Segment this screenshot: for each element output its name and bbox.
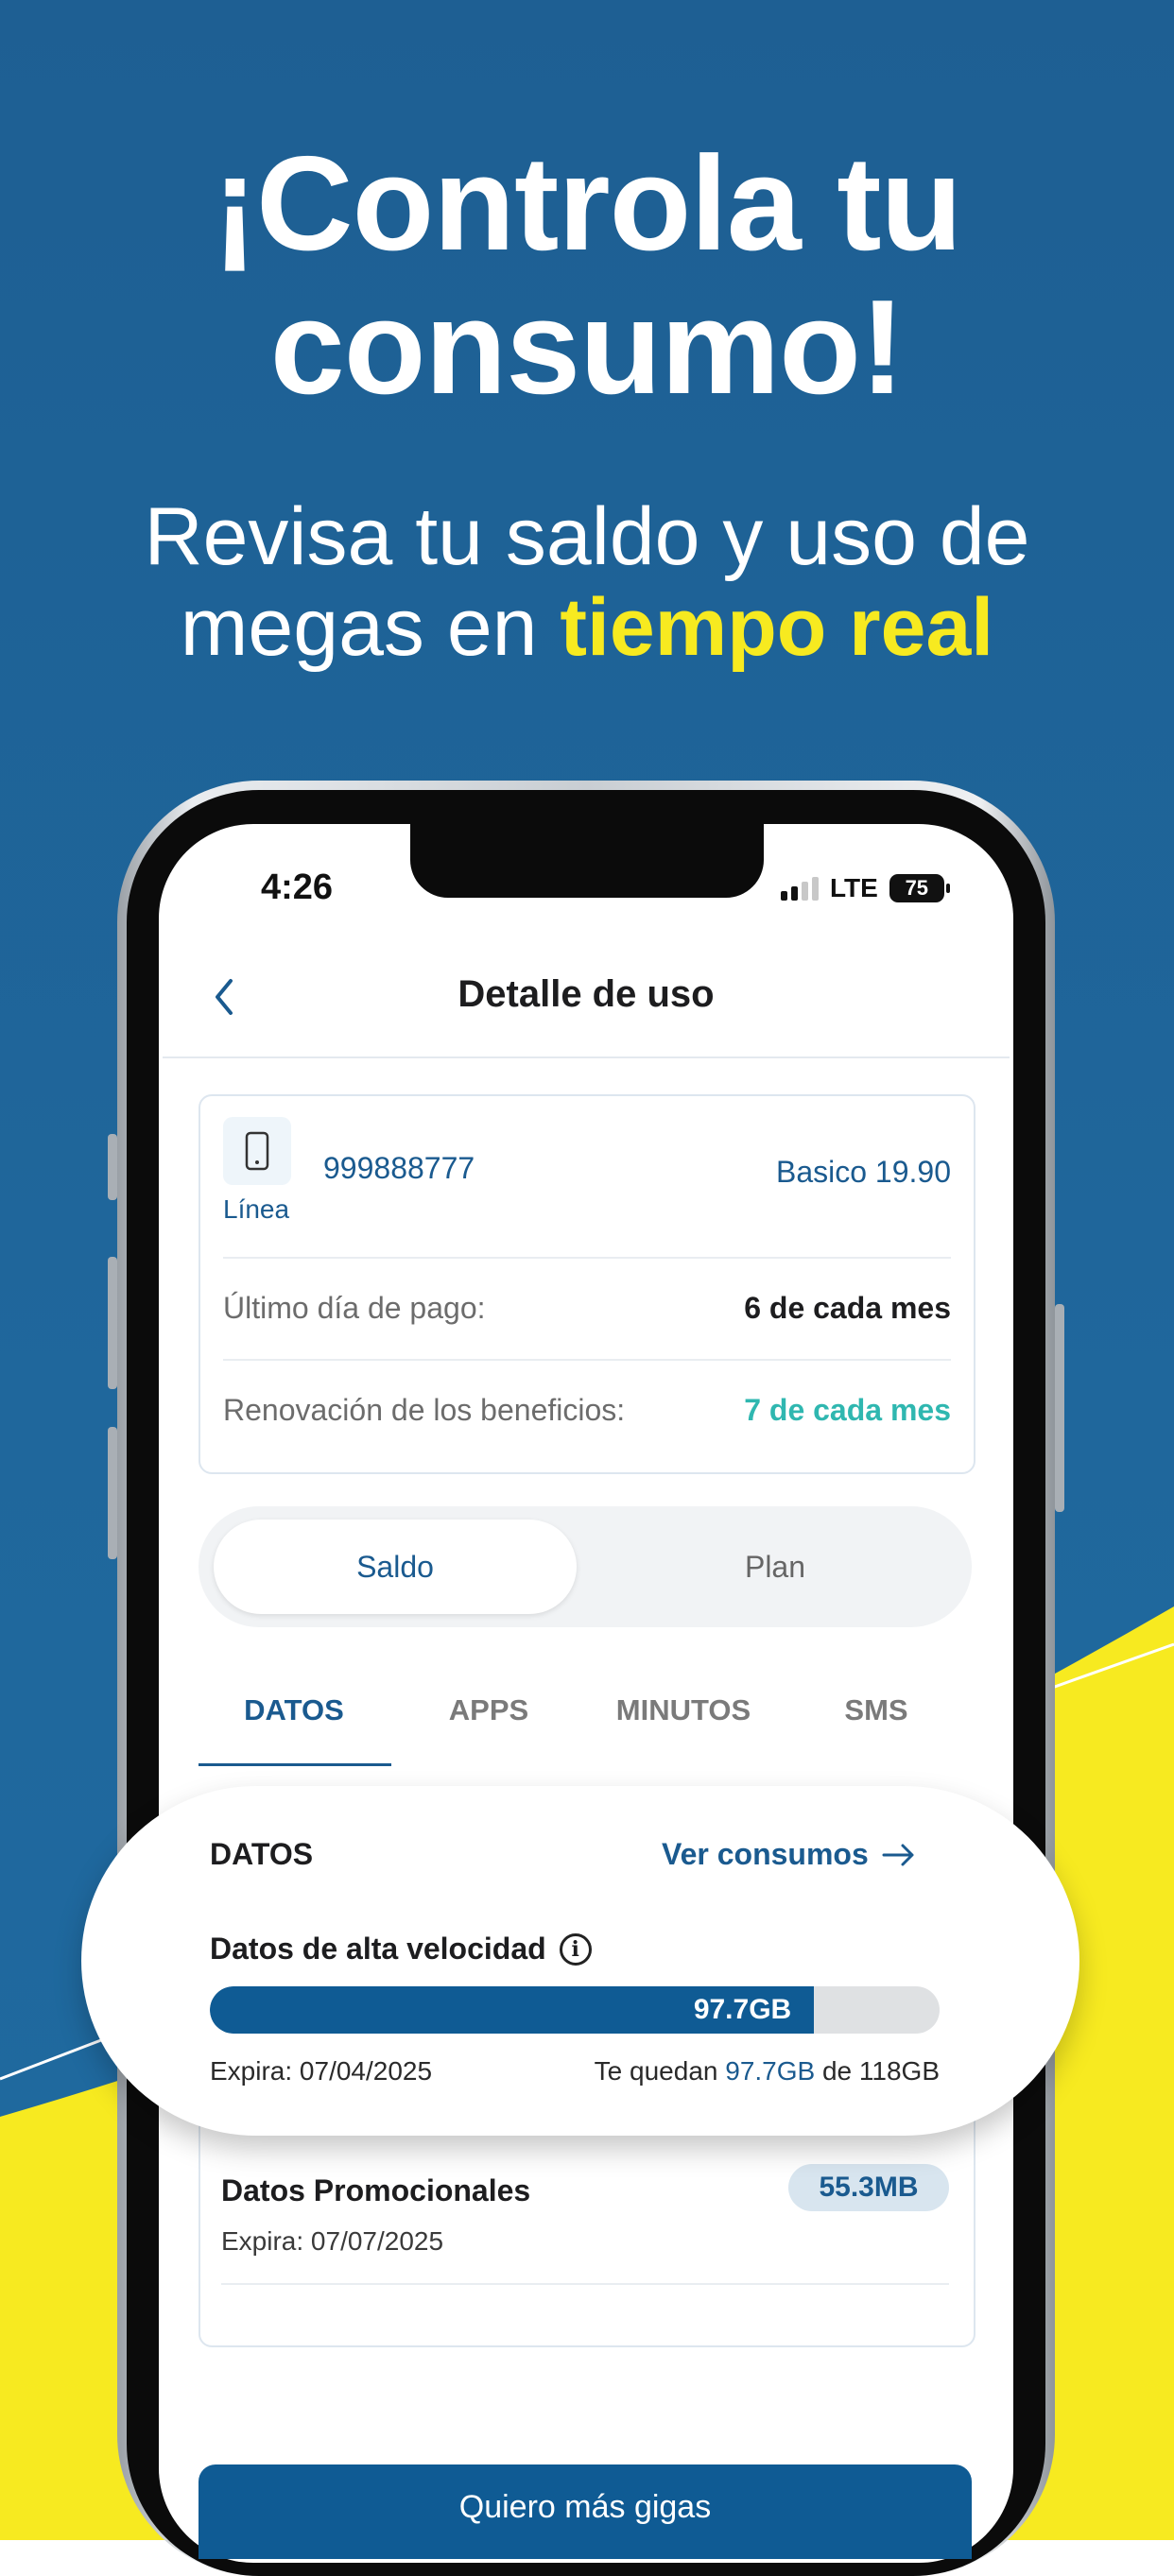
subheadline-prefix: megas en bbox=[180, 582, 561, 673]
promo-data-title: Datos Promocionales bbox=[221, 2173, 531, 2207]
promo-data-expiry: Expira: 07/07/2025 bbox=[221, 2226, 444, 2256]
tab-minutos[interactable]: MINUTOS bbox=[586, 1693, 781, 1727]
data-usage-fill: 97.7GB bbox=[210, 1986, 815, 2034]
status-indicators: LTE 75 bbox=[781, 873, 950, 903]
subheadline-line-1: Revisa tu saldo y uso de bbox=[144, 491, 1030, 582]
arrow-right-icon bbox=[882, 1844, 914, 1865]
high-speed-data-label-row: Datos de alta velocidad i bbox=[210, 1932, 592, 1966]
more-gigas-button[interactable]: Quiero más gigas bbox=[199, 2464, 972, 2559]
data-expiry: Expira: 07/04/2025 bbox=[210, 2056, 433, 2086]
card-divider bbox=[223, 1257, 951, 1259]
remaining-total: de 118GB bbox=[815, 2056, 940, 2086]
remaining-amount: 97.7GB bbox=[725, 2056, 816, 2086]
subheadline-line-2: megas en tiempo real bbox=[0, 582, 1174, 673]
mute-switch bbox=[108, 1134, 117, 1200]
promo-divider bbox=[221, 2283, 949, 2285]
battery-icon: 75 bbox=[889, 874, 950, 902]
headline-line-1: ¡Controla tu bbox=[212, 129, 963, 279]
view-consumption-link[interactable]: Ver consumos bbox=[662, 1837, 916, 1872]
line-icon-box bbox=[223, 1117, 291, 1185]
line-label: Línea bbox=[223, 1194, 290, 1224]
plan-name: Basico 19.90 bbox=[775, 1155, 951, 1189]
power-button bbox=[1055, 1304, 1064, 1512]
renewal-label: Renovación de los beneficios: bbox=[223, 1393, 626, 1427]
line-number: 999888777 bbox=[323, 1151, 475, 1185]
toggle-plan[interactable]: Plan bbox=[594, 1520, 957, 1614]
volume-down-button bbox=[108, 1427, 117, 1559]
promo-subheadline: Revisa tu saldo y uso de megas en tiempo… bbox=[0, 491, 1174, 673]
data-usage-bar: 97.7GB bbox=[210, 1986, 940, 2034]
active-tab-indicator bbox=[199, 1763, 391, 1766]
promo-headline: ¡Controla tu consumo! bbox=[0, 132, 1174, 420]
data-remaining: Te quedan 97.7GB de 118GB bbox=[595, 2056, 940, 2087]
promo-data-amount-badge: 55.3MB bbox=[788, 2164, 949, 2211]
subheadline-highlight: tiempo real bbox=[560, 582, 994, 673]
view-consumption-label: Ver consumos bbox=[662, 1837, 869, 1871]
header-divider bbox=[163, 1056, 1010, 1058]
headline-line-2: consumo! bbox=[269, 272, 905, 422]
status-time: 4:26 bbox=[261, 867, 334, 907]
phone-notch bbox=[410, 820, 764, 898]
volume-up-button bbox=[108, 1257, 117, 1389]
remaining-prefix: Te quedan bbox=[594, 2056, 726, 2086]
page-title: Detalle de uso bbox=[458, 973, 715, 1015]
last-payment-value: 6 de cada mes bbox=[744, 1291, 951, 1325]
line-info-card: Línea 999888777 Basico 19.90 Último día … bbox=[199, 1094, 975, 1474]
card-divider bbox=[223, 1359, 951, 1361]
data-section-title: DATOS bbox=[210, 1837, 314, 1871]
info-icon[interactable]: i bbox=[559, 1932, 592, 1966]
toggle-saldo[interactable]: Saldo bbox=[214, 1520, 577, 1614]
balance-plan-toggle: Saldo Plan bbox=[199, 1506, 972, 1627]
tab-apps[interactable]: APPS bbox=[391, 1693, 586, 1727]
tab-datos[interactable]: DATOS bbox=[197, 1693, 391, 1727]
data-usage-value: 97.7GB bbox=[693, 1994, 792, 2025]
signal-icon bbox=[781, 876, 819, 901]
last-payment-label: Último día de pago: bbox=[223, 1291, 486, 1325]
mobile-phone-icon bbox=[245, 1131, 269, 1171]
high-speed-data-label: Datos de alta velocidad bbox=[210, 1932, 546, 1966]
tab-sms[interactable]: SMS bbox=[779, 1693, 974, 1727]
network-type: LTE bbox=[830, 873, 878, 902]
renewal-value: 7 de cada mes bbox=[744, 1393, 951, 1427]
